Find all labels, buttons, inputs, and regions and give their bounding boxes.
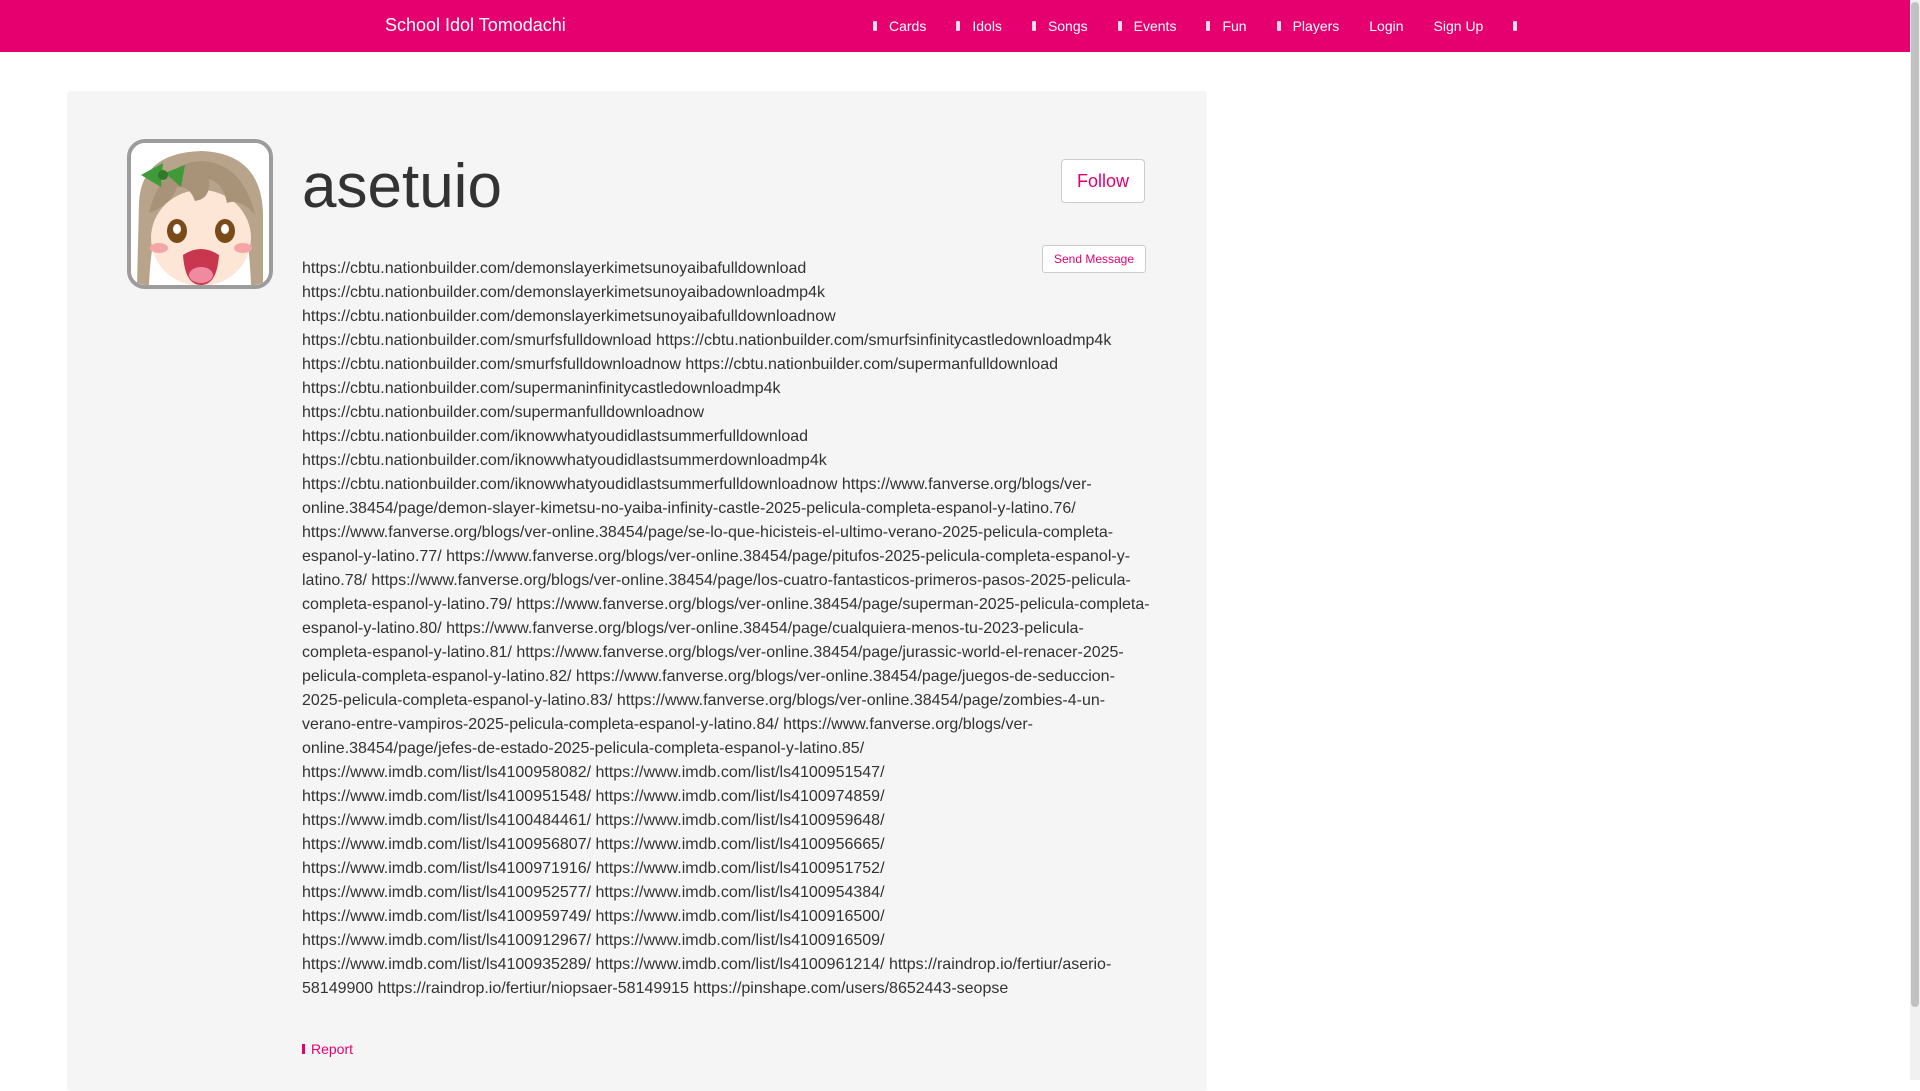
- profile-username: asetuio: [302, 152, 502, 221]
- idols-icon: [956, 21, 961, 31]
- nav-item-label: Sign Up: [1433, 18, 1484, 34]
- brand-link[interactable]: School Idol Tomodachi: [385, 0, 566, 52]
- nav-item-label: Fun: [1222, 18, 1247, 34]
- nav-item-songs[interactable]: Songs: [1017, 0, 1103, 52]
- players-icon: [1276, 21, 1281, 31]
- cards-icon: [873, 21, 877, 31]
- nav-item-label: Cards: [889, 18, 927, 34]
- nav-item-label: Events: [1133, 18, 1177, 34]
- top-navbar: School Idol Tomodachi Cards Idols Songs …: [0, 0, 1910, 52]
- nav-item-login[interactable]: Login: [1354, 0, 1418, 52]
- avatar: [127, 139, 273, 289]
- nav-item-label: Songs: [1047, 18, 1088, 34]
- page-scrollbar[interactable]: [1910, 0, 1920, 1080]
- nav-item-players[interactable]: Players: [1262, 0, 1355, 52]
- nav-item-signup[interactable]: Sign Up: [1419, 0, 1499, 52]
- nav-item-events[interactable]: Events: [1103, 0, 1192, 52]
- nav-item-more[interactable]: [1498, 0, 1532, 52]
- profile-description: https://cbtu.nationbuilder.com/demonslay…: [302, 260, 1150, 997]
- report-label: Report: [311, 1041, 354, 1057]
- more-icon: [1513, 21, 1518, 31]
- follow-button[interactable]: Follow: [1061, 159, 1145, 203]
- nav-item-idols[interactable]: Idols: [941, 0, 1017, 52]
- report-link[interactable]: Report: [302, 1041, 353, 1057]
- flag-icon: [302, 1044, 305, 1054]
- profile-panel: asetuio Follow Send Message https://cbtu…: [67, 91, 1207, 1091]
- avatar-illustration: [131, 143, 269, 285]
- nav-item-label: Players: [1292, 18, 1340, 34]
- scrollbar-thumb[interactable]: [1911, 2, 1919, 1007]
- fun-icon: [1206, 21, 1211, 31]
- nav-item-label: Idols: [972, 18, 1002, 34]
- nav-menu: Cards Idols Songs Events Fun Players Log…: [858, 0, 1532, 52]
- nav-item-cards[interactable]: Cards: [858, 0, 941, 52]
- nav-item-label: Login: [1369, 18, 1404, 34]
- songs-icon: [1031, 21, 1036, 31]
- events-icon: [1117, 21, 1122, 31]
- nav-item-fun[interactable]: Fun: [1191, 0, 1261, 52]
